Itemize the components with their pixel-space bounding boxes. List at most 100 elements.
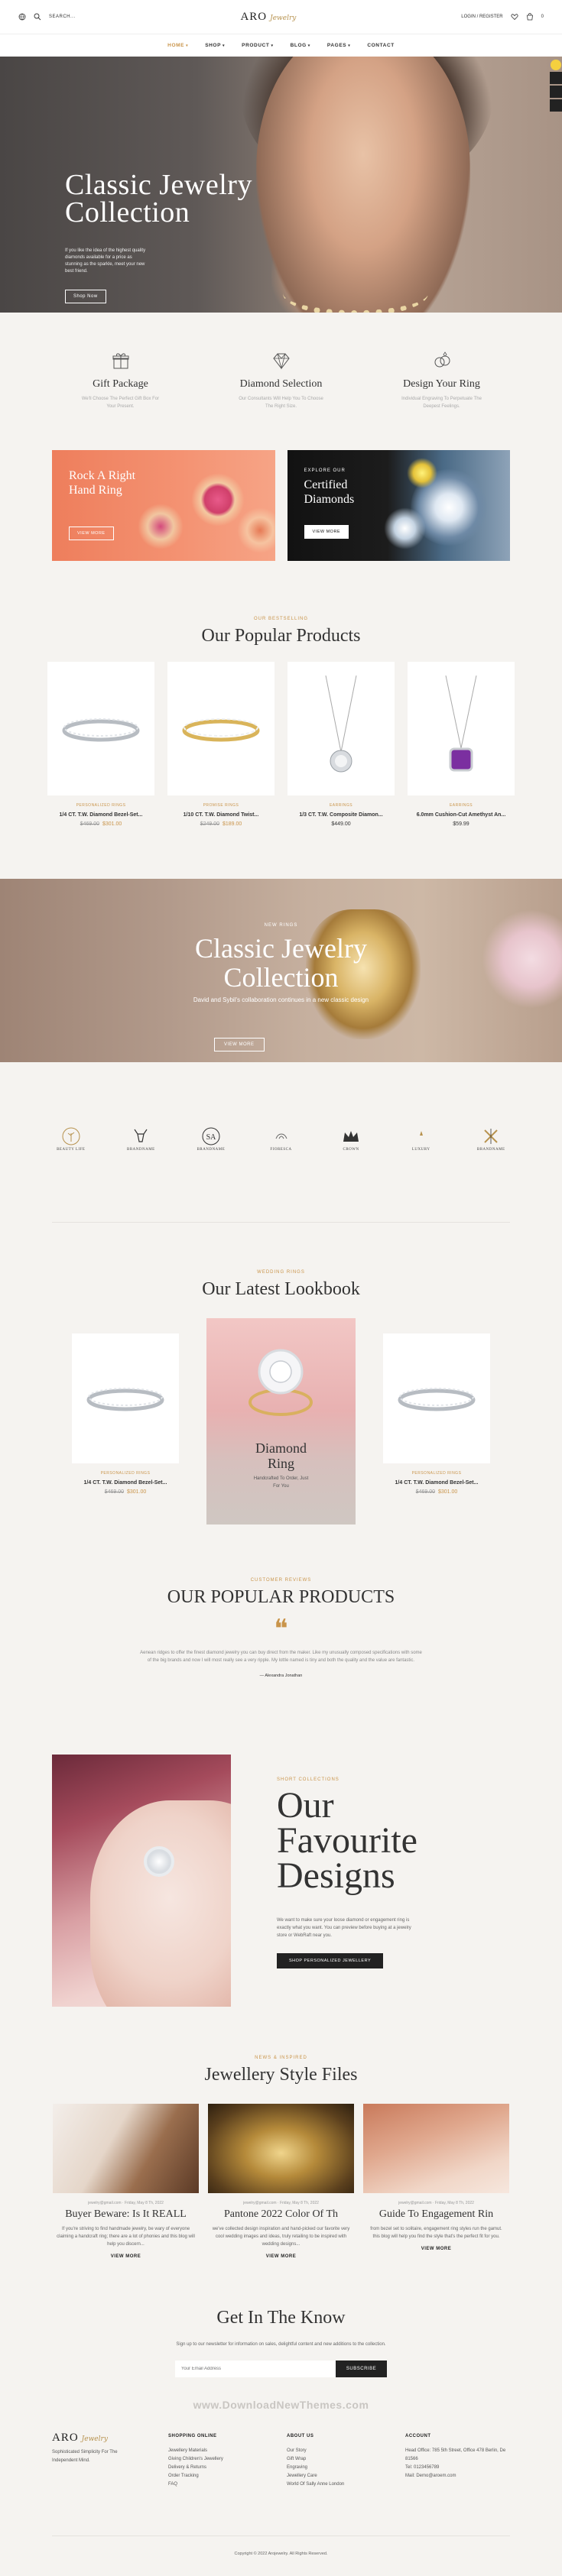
footer-link[interactable]: World Of Sally Anne London: [287, 2480, 405, 2489]
blog-view-more-link[interactable]: VIEW MORE: [53, 2254, 199, 2259]
brand-logo[interactable]: SA BRANDNAME: [192, 1126, 230, 1222]
email-field[interactable]: [174, 2361, 336, 2377]
brand-logo[interactable]: CROWN: [332, 1126, 370, 1222]
blog-grid: jewelry@gmail.com · Friday, May 8 Th, 20…: [0, 2104, 562, 2259]
product-image[interactable]: [167, 662, 275, 795]
highlight-dot-icon[interactable]: [551, 60, 561, 70]
blog-title[interactable]: Buyer Beware: Is It REALL: [53, 2208, 199, 2221]
product-card[interactable]: PERSONALIZED RINGS 1/4 CT. T.W. Diamond …: [383, 1318, 490, 1495]
promo-view-more-button[interactable]: VIEW MORE: [304, 525, 349, 539]
product-card[interactable]: EARRINGS 1/3 CT. T.W. Composite Diamon..…: [287, 662, 395, 827]
product-sale-price: $189.00: [223, 821, 242, 827]
blog-title[interactable]: Guide To Engagement Rin: [363, 2208, 509, 2221]
footer-link[interactable]: Delivery & Returns: [168, 2464, 287, 2472]
blog-excerpt: we've collected design inspiration and h…: [212, 2227, 350, 2247]
product-card[interactable]: PROMISE RINGS 1/10 CT. T.W. Diamond Twis…: [167, 662, 275, 827]
feature-text: Individual Engraving To Perpetuate The D…: [401, 397, 482, 409]
footer-link[interactable]: Our Story: [287, 2447, 405, 2455]
product-card[interactable]: PERSONALIZED RINGS 1/4 CT. T.W. Diamond …: [72, 1318, 179, 1495]
globe-icon[interactable]: [18, 13, 26, 21]
cart-icon[interactable]: [526, 13, 534, 21]
feature-text: Our Consultants Will Help You To Choose …: [239, 397, 323, 409]
brand-logo[interactable]: BRANDNAME: [122, 1126, 161, 1222]
footer-link[interactable]: FAQ: [168, 2480, 287, 2489]
product-image[interactable]: [287, 662, 395, 795]
site-logo[interactable]: ARO Jewelry: [240, 11, 296, 23]
product-image[interactable]: [383, 1333, 490, 1463]
brand-logo[interactable]: FIORESCA: [262, 1126, 300, 1222]
grid-icon[interactable]: [550, 99, 562, 112]
footer-email[interactable]: Mail: Demo@aroem.com: [405, 2472, 508, 2480]
blog-title[interactable]: Pantone 2022 Color Of Th: [208, 2208, 354, 2221]
product-image[interactable]: [408, 662, 515, 795]
chevron-down-icon: ▾: [271, 44, 274, 48]
footer-phone: Tel: 0123456789: [405, 2465, 440, 2470]
blog-view-more-link[interactable]: VIEW MORE: [363, 2247, 509, 2251]
product-image[interactable]: [72, 1333, 179, 1463]
feature-title: Diamond Selection: [239, 378, 323, 390]
product-price: $469.00 $301.00: [383, 1489, 490, 1495]
product-card[interactable]: PERSONALIZED RINGS 1/4 CT. T.W. Diamond …: [47, 662, 154, 827]
heart-icon[interactable]: [511, 13, 518, 21]
banner-view-more-button[interactable]: VIEW MORE: [214, 1038, 265, 1051]
section-eyebrow: NEWS & INSPIRED: [255, 2056, 307, 2060]
footer-link[interactable]: Jewellery Care: [287, 2472, 405, 2480]
blog-view-more-link[interactable]: VIEW MORE: [208, 2254, 354, 2259]
blog-image[interactable]: [363, 2104, 509, 2193]
footer-link[interactable]: Jewellery Materials: [168, 2447, 287, 2455]
nav-product[interactable]: PRODUCT ▾: [242, 43, 273, 48]
product-name[interactable]: 1/4 CT. T.W. Diamond Bezel-Set...: [383, 1480, 490, 1486]
hero-shop-button[interactable]: Shop Now: [65, 290, 106, 303]
nav-contact-label: CONTACT: [367, 43, 395, 48]
lookbook-feature[interactable]: Diamond Ring Handcrafted To Order, Just F…: [206, 1318, 356, 1525]
nav-shop[interactable]: SHOP ▾: [205, 43, 225, 48]
shop-personalized-button[interactable]: SHOP PERSONALIZED JEWELLERY: [277, 1953, 384, 1968]
nav-pages[interactable]: PAGES ▾: [327, 43, 350, 48]
blog-image[interactable]: [53, 2104, 199, 2193]
promo-banner-rings[interactable]: Rock A Right Hand Ring VIEW MORE: [52, 450, 275, 561]
footer-logo[interactable]: ARO Jewelry: [52, 2432, 168, 2444]
nav-blog[interactable]: BLOG ▾: [291, 43, 310, 48]
product-card[interactable]: EARRINGS 6.0mm Cushion-Cut Amethyst An..…: [408, 662, 515, 827]
blog-post[interactable]: jewelry@gmail.com · Friday, May 8 Th, 20…: [208, 2104, 354, 2259]
footer-column-title: ACCOUNT: [405, 2434, 431, 2438]
footer: ARO Jewelry Sophisticated Simplicity For …: [0, 2411, 562, 2489]
product-name[interactable]: 1/3 CT. T.W. Composite Diamon...: [287, 812, 395, 818]
promo-banner-diamonds[interactable]: EXPLORE OUR Certified Diamonds VIEW MORE: [287, 450, 510, 561]
blog-meta: jewelry@gmail.com · Friday, May 8 Th, 20…: [243, 2201, 319, 2205]
login-link[interactable]: LOGIN / REGISTER: [461, 15, 502, 19]
brand-logo[interactable]: BRANDNAME: [472, 1126, 510, 1222]
brand-logo[interactable]: BEAUTY LIFE: [52, 1126, 90, 1222]
header-right: LOGIN / REGISTER 0: [461, 13, 544, 21]
testimonial-author: — Alexandra Jonathan: [259, 1674, 303, 1678]
footer-link[interactable]: Order Tracking: [168, 2472, 287, 2480]
product-price: $469.00 $301.00: [47, 821, 154, 827]
product-name[interactable]: 1/4 CT. T.W. Diamond Bezel-Set...: [72, 1480, 179, 1486]
search-icon[interactable]: [34, 13, 41, 21]
footer-link[interactable]: Gift Wrap: [287, 2455, 405, 2464]
nav-home[interactable]: HOME ▾: [167, 43, 188, 48]
footer-link[interactable]: Giving Children's Jewellery: [168, 2455, 287, 2464]
product-name[interactable]: 6.0mm Cushion-Cut Amethyst An...: [408, 812, 515, 818]
search-label[interactable]: SEARCH...: [49, 15, 76, 19]
product-image[interactable]: [47, 662, 154, 795]
brand-logo[interactable]: LUXURY: [402, 1126, 440, 1222]
blog-post[interactable]: jewelry@gmail.com · Friday, May 8 Th, 20…: [53, 2104, 199, 2259]
subscribe-button[interactable]: SUBSCRIBE: [335, 2361, 388, 2377]
hero-title-line2: Collection: [65, 196, 190, 228]
side-toolbar: [550, 60, 562, 112]
promo-view-more-button[interactable]: VIEW MORE: [69, 527, 114, 540]
settings-icon[interactable]: [550, 72, 562, 84]
banner-title: Classic Jewelry Collection: [0, 934, 562, 992]
product-name[interactable]: 1/10 CT. T.W. Diamond Twist...: [167, 812, 275, 818]
section-eyebrow: SHORT COLLECTIONS: [277, 1777, 339, 1782]
chevron-down-icon: ▾: [348, 44, 351, 48]
product-name[interactable]: 1/4 CT. T.W. Diamond Bezel-Set...: [47, 812, 154, 818]
blog-post[interactable]: jewelry@gmail.com · Friday, May 8 Th, 20…: [363, 2104, 509, 2259]
brand-name: BRANDNAME: [126, 1148, 155, 1152]
footer-link[interactable]: Engraving: [287, 2464, 405, 2472]
blog-image[interactable]: [208, 2104, 354, 2193]
product-price-value: $59.99: [453, 821, 469, 827]
nav-contact[interactable]: CONTACT: [367, 43, 395, 48]
layout-icon[interactable]: [550, 86, 562, 98]
